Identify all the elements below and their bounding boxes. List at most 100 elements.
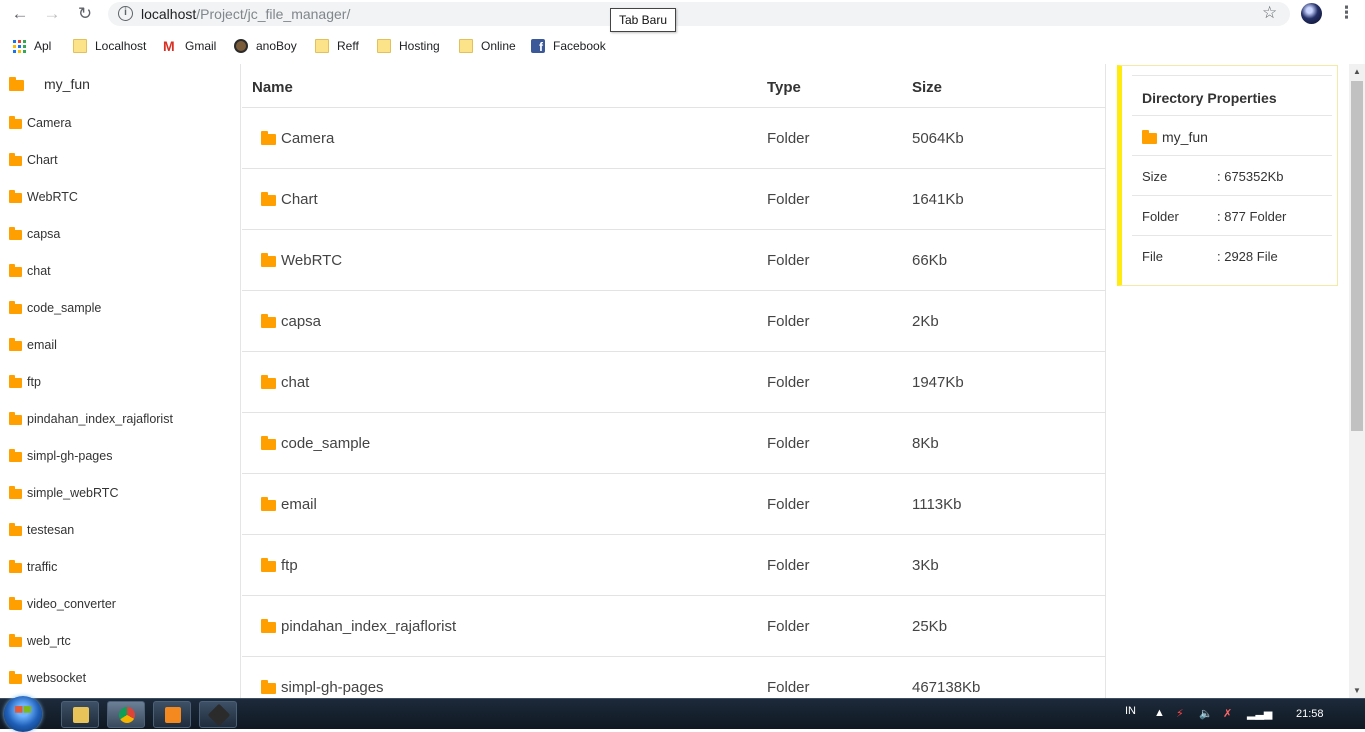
input-language[interactable]: IN [1125, 705, 1136, 717]
column-header-name[interactable]: Name [252, 79, 293, 96]
row-name-cell[interactable]: Chart [261, 191, 318, 208]
sidebar-item-label: video_converter [27, 597, 116, 611]
row-name-cell[interactable]: email [261, 496, 317, 513]
sidebar-item-email[interactable]: email [9, 336, 57, 354]
bookmark-label: Gmail [185, 39, 217, 53]
sidebar-item-label: pindahan_index_rajaflorist [27, 412, 173, 426]
row-name: pindahan_index_rajaflorist [281, 618, 457, 635]
row-type: Folder [767, 679, 810, 696]
column-header-type[interactable]: Type [767, 79, 801, 96]
back-icon[interactable]: ← [10, 4, 30, 24]
folder-icon [9, 486, 22, 499]
row-name-cell[interactable]: code_sample [261, 435, 370, 452]
tab-tooltip: Tab Baru [610, 8, 677, 32]
sidebar-item-code-sample[interactable]: code_sample [9, 299, 101, 317]
sidebar-item-video-converter[interactable]: video_converter [9, 595, 116, 613]
network-error-icon[interactable]: ✗ [1223, 707, 1232, 720]
taskbar-sublime[interactable] [153, 701, 191, 728]
table-row[interactable]: email Folder 1113Kb [242, 474, 1106, 535]
bookmark-apl[interactable]: Apl [13, 37, 51, 55]
browser-menu-icon[interactable]: ⋮ [1338, 3, 1355, 23]
folder-icon [261, 497, 276, 511]
address-bar[interactable]: i localhost/Project/jc_file_manager/ [108, 2, 1290, 26]
sidebar-item-traffic[interactable]: traffic [9, 558, 57, 576]
forward-icon[interactable]: → [42, 4, 62, 24]
table-row[interactable]: capsa Folder 2Kb [242, 291, 1106, 352]
sidebar-item-capsa[interactable]: capsa [9, 225, 60, 243]
sidebar-item-simple-webrtc[interactable]: simple_webRTC [9, 484, 118, 502]
volume-icon[interactable]: 🔈 [1199, 707, 1213, 720]
row-name-cell[interactable]: chat [261, 374, 309, 391]
folder-icon [9, 560, 22, 573]
sidebar-item-ftp[interactable]: ftp [9, 373, 41, 391]
sidebar-item-chat[interactable]: chat [9, 262, 51, 280]
row-size: 1641Kb [912, 191, 964, 208]
row-name: Camera [281, 130, 335, 147]
row-size: 8Kb [912, 435, 939, 452]
sidebar-item-pindahan[interactable]: pindahan_index_rajaflorist [9, 410, 173, 428]
folder-icon [261, 131, 276, 145]
start-button[interactable] [4, 696, 42, 732]
bookmark-anoboy[interactable]: anoBoy [234, 37, 297, 55]
row-type: Folder [767, 435, 810, 452]
scroll-down-icon[interactable]: ▼ [1353, 686, 1361, 695]
power-icon[interactable]: ⚡ [1176, 707, 1184, 720]
panel-title: Directory Properties [1142, 90, 1277, 106]
bookmark-gmail[interactable]: M Gmail [163, 37, 216, 55]
folder-icon [9, 264, 22, 277]
site-info-icon[interactable]: i [118, 6, 133, 21]
prop-label-folder: Folder [1142, 209, 1179, 224]
row-name: chat [281, 374, 310, 391]
table-row[interactable]: ftp Folder 3Kb [242, 535, 1106, 596]
prop-label-file: File [1142, 249, 1163, 264]
sidebar-item-webrtc[interactable]: WebRTC [9, 188, 78, 206]
row-type: Folder [767, 496, 810, 513]
sidebar-item-websocket[interactable]: websocket [9, 669, 86, 687]
sidebar-root-folder[interactable]: my_fun [9, 76, 90, 92]
signal-icon[interactable]: ▂▃▅ [1247, 707, 1272, 720]
bookmark-hosting[interactable]: Hosting [377, 37, 440, 55]
row-name-cell[interactable]: simpl-gh-pages [261, 679, 384, 696]
row-name-cell[interactable]: capsa [261, 313, 321, 330]
scroll-up-icon[interactable]: ▲ [1353, 67, 1361, 76]
reload-icon[interactable]: ↻ [75, 4, 95, 24]
table-row[interactable]: Chart Folder 1641Kb [242, 169, 1106, 230]
bookmark-reff[interactable]: Reff [315, 37, 359, 55]
scroll-thumb[interactable] [1351, 81, 1363, 431]
sidebar-root-label: my_fun [44, 76, 90, 92]
profile-avatar[interactable] [1301, 3, 1322, 24]
tray-chevron-icon[interactable]: ▲ [1154, 707, 1165, 719]
gmail-icon: M [163, 38, 175, 54]
page-scrollbar[interactable]: ▲ ▼ [1349, 64, 1365, 698]
row-size: 3Kb [912, 557, 939, 574]
bookmark-star-icon[interactable]: ☆ [1262, 3, 1277, 23]
bookmark-localhost[interactable]: Localhost [73, 37, 146, 55]
row-name-cell[interactable]: Camera [261, 130, 334, 147]
bookmark-facebook[interactable]: f Facebook [531, 37, 606, 55]
taskbar-explorer[interactable] [61, 701, 99, 728]
row-name-cell[interactable]: WebRTC [261, 252, 342, 269]
taskbar-chrome[interactable] [107, 701, 145, 728]
folder-icon [1142, 129, 1157, 144]
row-name-cell[interactable]: pindahan_index_rajaflorist [261, 618, 456, 635]
sidebar-item-chart[interactable]: Chart [9, 151, 58, 169]
taskbar-clock[interactable]: 21:58 [1296, 708, 1324, 720]
taskbar-gitkraken[interactable] [199, 701, 237, 728]
folder-icon [9, 116, 22, 129]
table-row[interactable]: WebRTC Folder 66Kb [242, 230, 1106, 291]
sidebar-item-simpl-gh-pages[interactable]: simpl-gh-pages [9, 447, 112, 465]
sidebar-item-camera[interactable]: Camera [9, 114, 71, 132]
table-row[interactable]: pindahan_index_rajaflorist Folder 25Kb [242, 596, 1106, 657]
bookmark-online[interactable]: Online [459, 37, 516, 55]
row-name-cell[interactable]: ftp [261, 557, 298, 574]
url-text[interactable]: localhost/Project/jc_file_manager/ [141, 6, 350, 22]
table-header: Name Type Size [242, 64, 1106, 108]
table-row[interactable]: chat Folder 1947Kb [242, 352, 1106, 413]
column-header-size[interactable]: Size [912, 79, 942, 96]
table-row[interactable]: simpl-gh-pages Folder 467138Kb [242, 657, 1106, 698]
current-folder-label: my_fun [1162, 129, 1208, 145]
table-row[interactable]: code_sample Folder 8Kb [242, 413, 1106, 474]
sidebar-item-web-rtc[interactable]: web_rtc [9, 632, 71, 650]
sidebar-item-testesan[interactable]: testesan [9, 521, 74, 539]
table-row[interactable]: Camera Folder 5064Kb [242, 108, 1106, 169]
